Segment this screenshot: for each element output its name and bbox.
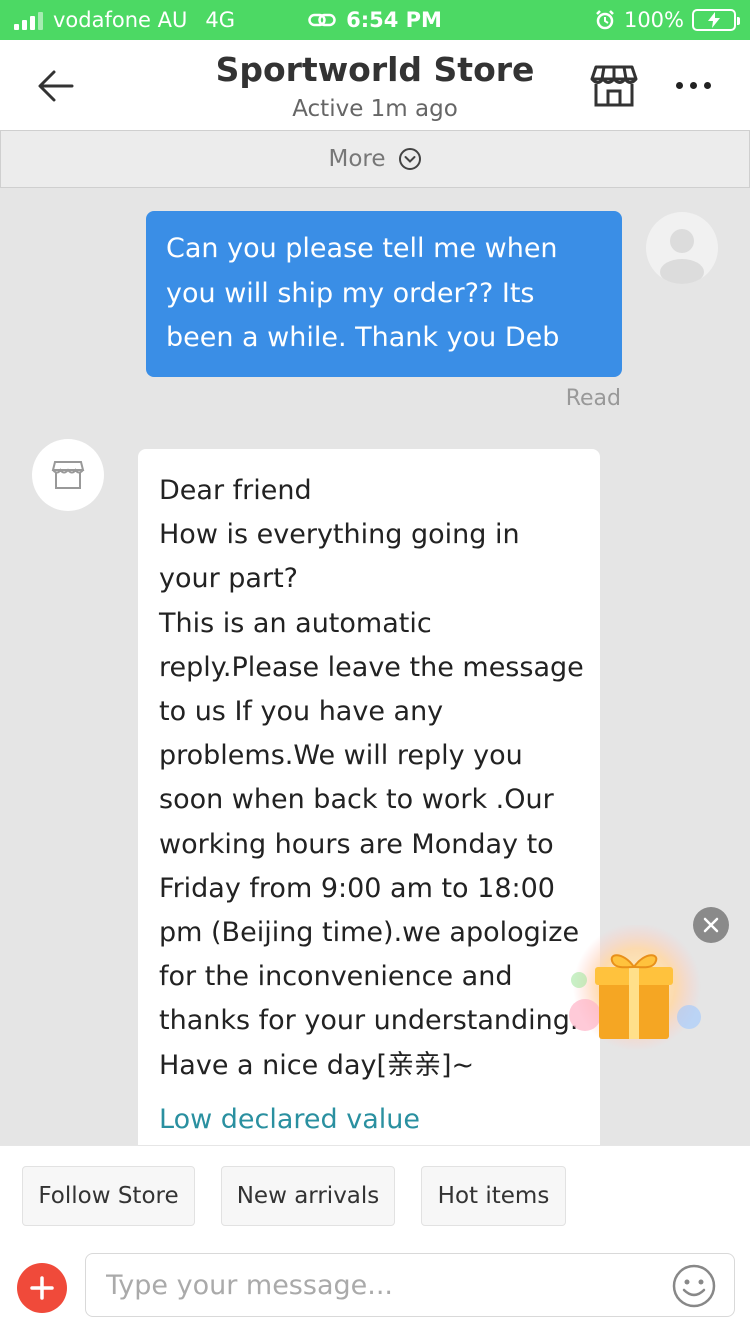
smiley-icon[interactable] xyxy=(671,1263,717,1309)
more-bar[interactable]: More xyxy=(0,130,750,188)
quick-reply-follow-store[interactable]: Follow Store xyxy=(22,1166,195,1226)
battery-percent: 100% xyxy=(623,8,684,32)
read-receipt: Read xyxy=(565,386,621,411)
store-icon[interactable] xyxy=(590,64,638,108)
clock-time: 6:54 PM xyxy=(346,8,442,32)
message-input[interactable] xyxy=(104,1254,644,1316)
more-dots-icon[interactable] xyxy=(676,81,683,89)
carrier-label: vodafone AU xyxy=(53,8,188,32)
store-avatar[interactable] xyxy=(32,439,104,511)
link-icon xyxy=(308,13,336,27)
user-silhouette-icon xyxy=(660,229,704,284)
gift-promo-button[interactable] xyxy=(565,923,705,1055)
incoming-message-text: Dear friend How is everything going in y… xyxy=(159,475,584,1081)
quick-reply-hot-items[interactable]: Hot items xyxy=(421,1166,566,1226)
more-options-button[interactable] xyxy=(676,78,716,92)
status-bar-left: vodafone AU 4G xyxy=(14,0,235,40)
status-bar: vodafone AU 4G 6:54 PM 100% xyxy=(0,0,750,40)
store-button[interactable] xyxy=(590,64,638,108)
outgoing-message-text: Can you please tell me when you will shi… xyxy=(166,233,560,353)
outgoing-message-bubble[interactable]: Can you please tell me when you will shi… xyxy=(146,211,622,377)
add-attachment-button[interactable] xyxy=(17,1263,67,1313)
incoming-message-bubble[interactable]: Dear friend How is everything going in y… xyxy=(138,449,600,1169)
store-avatar-icon xyxy=(51,461,85,489)
gift-icon[interactable] xyxy=(565,923,705,1055)
signal-strength-icon xyxy=(14,10,43,30)
composer-area: Follow Store New arrivals Hot items xyxy=(0,1145,750,1334)
quick-reply-new-arrivals[interactable]: New arrivals xyxy=(221,1166,395,1226)
network-label: 4G xyxy=(205,8,235,32)
chevron-down-circle-icon xyxy=(398,148,421,170)
emoji-button[interactable] xyxy=(671,1263,717,1309)
status-bar-right: 100% xyxy=(594,0,740,40)
alarm-icon xyxy=(596,10,614,30)
more-label: More xyxy=(328,146,386,172)
battery-icon xyxy=(692,9,740,31)
message-input-box[interactable] xyxy=(85,1253,735,1317)
chat-header: Sportworld Store Active 1m ago xyxy=(0,40,750,130)
low-declared-value-link[interactable]: Low declared value xyxy=(159,1098,584,1142)
user-avatar[interactable] xyxy=(646,212,718,284)
plus-icon[interactable] xyxy=(29,1275,55,1301)
